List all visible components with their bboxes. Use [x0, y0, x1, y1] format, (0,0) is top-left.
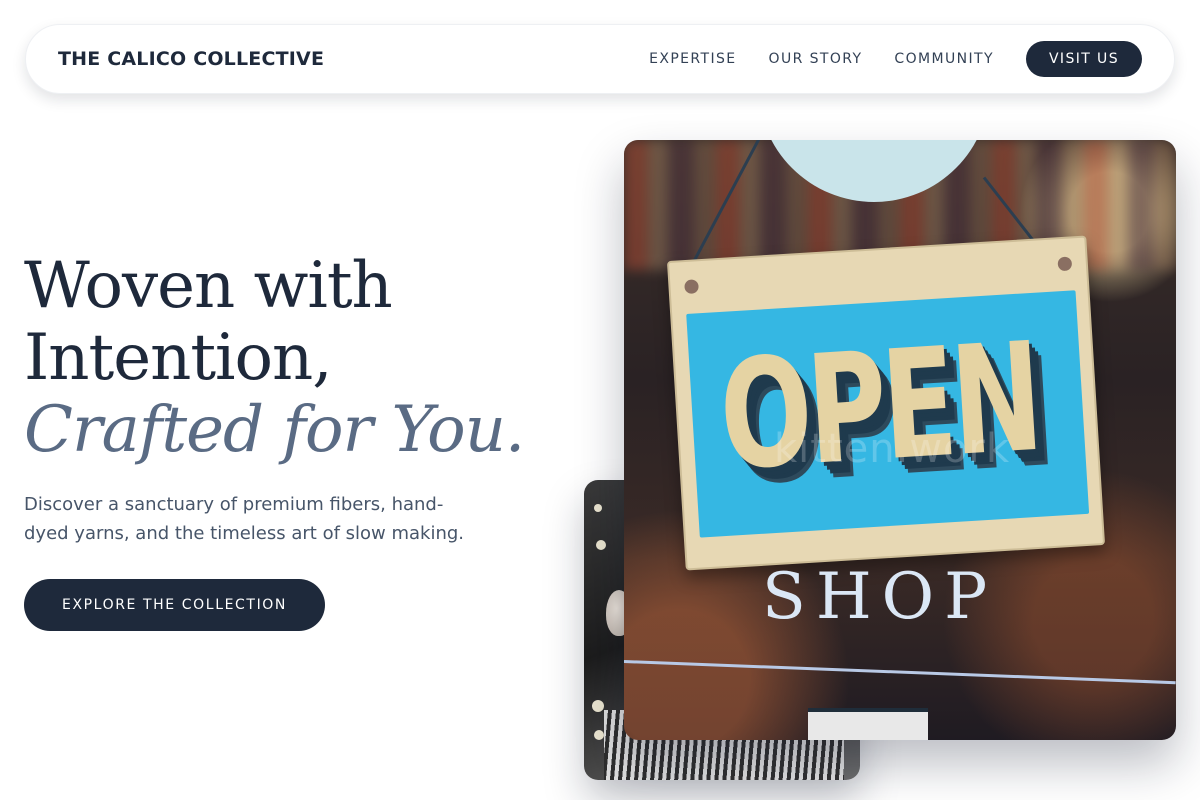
light-dot: [596, 540, 606, 550]
brand-logo[interactable]: THE CALICO COLLECTIVE: [58, 48, 324, 70]
top-nav-bar: THE CALICO COLLECTIVE EXPERTISE OUR STOR…: [25, 24, 1175, 94]
window-divider-line: [624, 660, 1176, 685]
explore-collection-button[interactable]: EXPLORE THE COLLECTION: [24, 579, 325, 631]
light-dot: [594, 504, 602, 512]
visit-us-button[interactable]: VISIT US: [1025, 41, 1142, 77]
light-dot: [594, 730, 604, 740]
nav-link-community[interactable]: COMMUNITY: [894, 51, 994, 67]
headline-line-1: Woven with: [24, 249, 393, 323]
nav-links: EXPERTISE OUR STORY COMMUNITY VISIT US: [617, 41, 1142, 77]
image-watermark: kitten.work: [774, 426, 1011, 472]
landing-page: THE CALICO COLLECTIVE EXPERTISE OUR STOR…: [0, 0, 1200, 800]
headline-line-2: Intention,: [24, 321, 333, 395]
hero-headline: Woven with Intention, Crafted for You.: [24, 250, 564, 466]
sign-panel: OPEN: [686, 290, 1090, 538]
open-sign-text: OPEN: [715, 310, 1044, 504]
nav-link-our-story[interactable]: OUR STORY: [769, 51, 863, 67]
headline-accent: Crafted for You.: [24, 393, 525, 467]
light-dot: [592, 700, 604, 712]
open-shop-sign-photo: OPEN kitten.work SHOP: [624, 140, 1176, 740]
open-sign: OPEN: [666, 235, 1106, 571]
window-shop-text: SHOP: [762, 560, 998, 634]
hero-description: Discover a sanctuary of premium fibers, …: [24, 494, 465, 544]
nav-link-expertise[interactable]: EXPERTISE: [649, 51, 736, 67]
sign-hole-left: [684, 279, 699, 295]
sign-hole-right: [1057, 256, 1073, 272]
door-card: [808, 708, 928, 740]
